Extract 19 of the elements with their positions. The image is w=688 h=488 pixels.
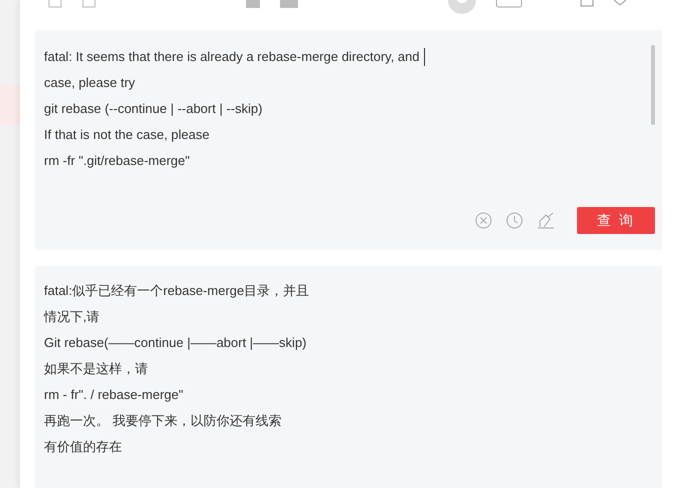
result-line: 如果不是这样，请	[44, 360, 149, 378]
source-text-area[interactable]: fatal: It seems that there is already a rebase-merge directory, and case, please try git rebase (--continue | --abort | --skip) If that is not the case, please rm -fr ".git/rebase-merge" 查 询	[35, 30, 662, 250]
clock-icon[interactable]	[506, 212, 523, 229]
result-line: 情况下,请	[44, 308, 101, 326]
pen-icon[interactable]	[537, 212, 555, 229]
result-line: rm - fr". / rebase-merge"	[44, 386, 184, 404]
query-button[interactable]: 查 询	[577, 207, 655, 234]
source-line: git rebase (--continue | --abort | --skip)	[44, 100, 264, 118]
source-line: If that is not the case, please	[44, 126, 210, 144]
result-line: 有价值的存在	[44, 438, 123, 456]
source-line: rm -fr ".git/rebase-merge"	[44, 152, 191, 170]
avatar-icon[interactable]	[448, 0, 476, 14]
result-line: fatal:似乎已经有一个rebase-merge目录，并且	[44, 282, 310, 300]
clear-icon[interactable]	[475, 212, 492, 229]
result-line: Git rebase(——continue |——abort |——skip)	[44, 334, 308, 352]
source-line: case, please try	[44, 74, 136, 92]
source-line: fatal: It seems that there is already a rebase-merge directory, and	[44, 44, 652, 70]
scrollbar[interactable]	[651, 45, 655, 125]
result-line: 再跑一次。 我要停下来，以防你还有线索	[44, 412, 283, 430]
